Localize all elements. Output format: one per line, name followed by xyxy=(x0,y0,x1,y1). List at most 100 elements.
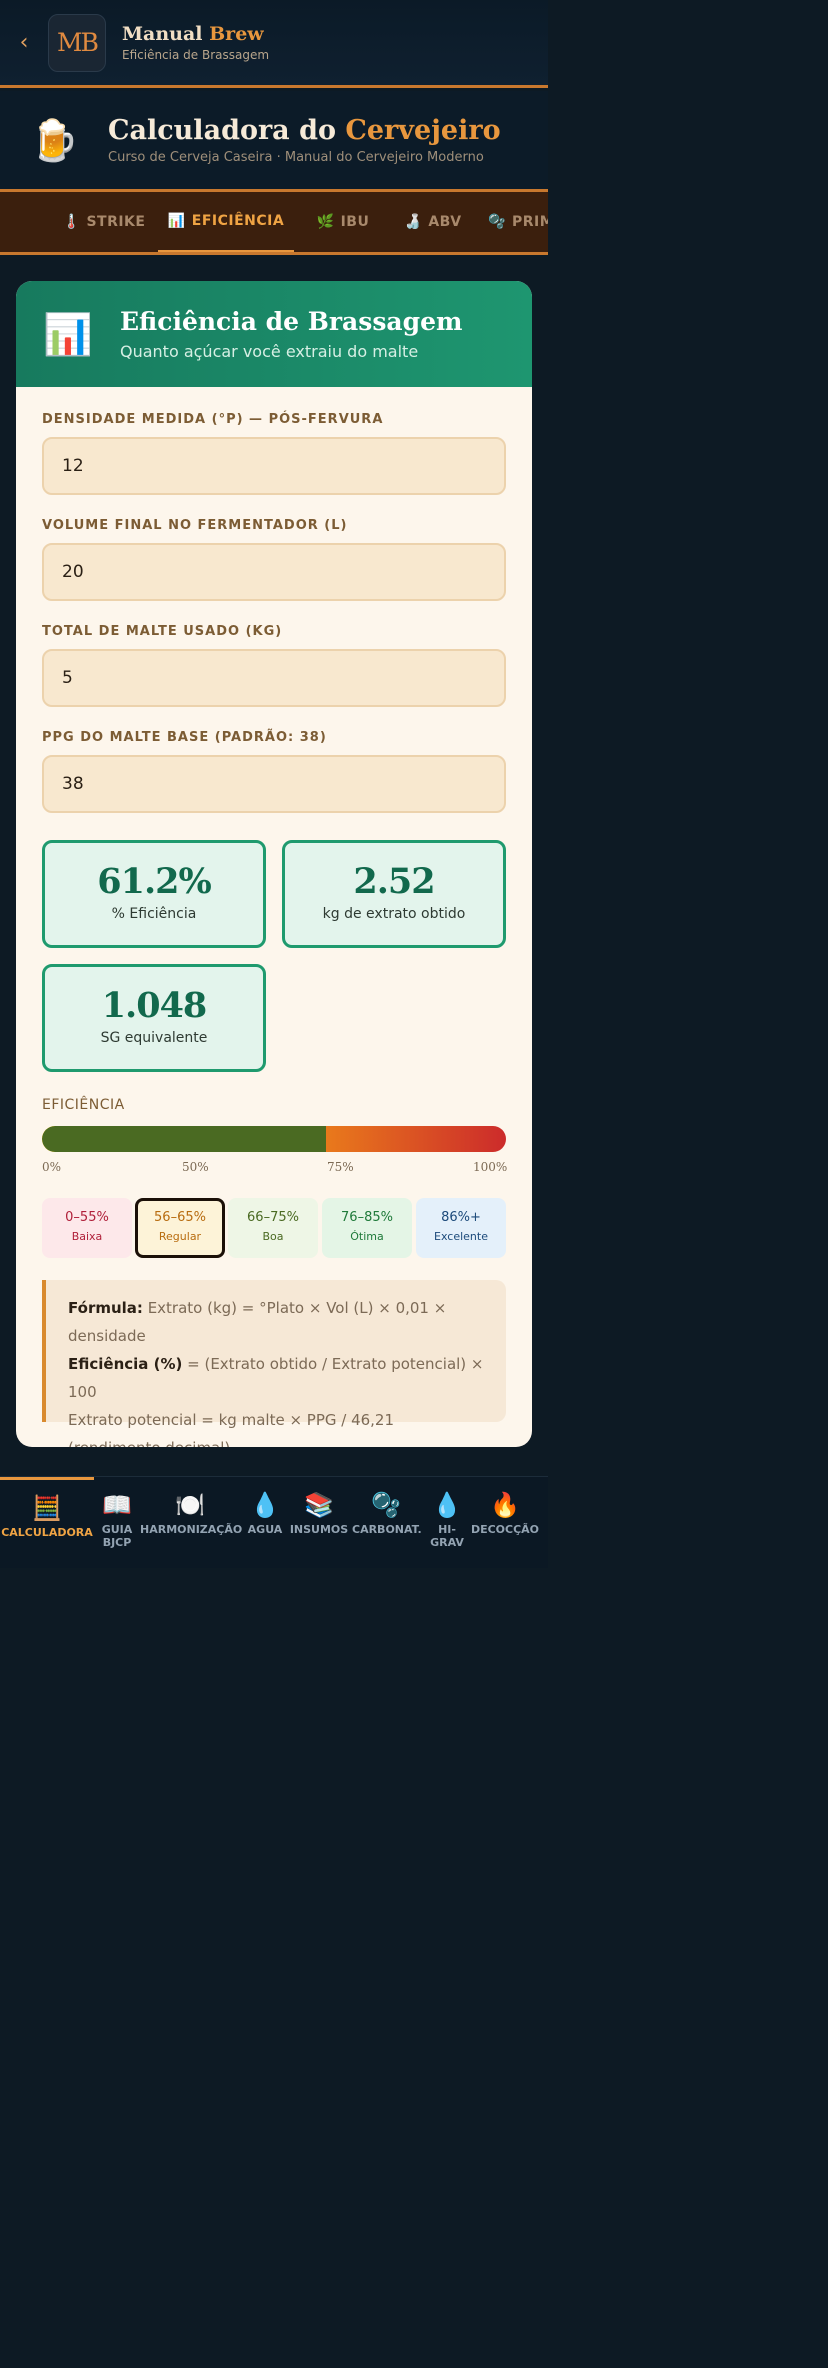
brand-title: Manual Brew xyxy=(122,23,269,45)
range-label: Ótima xyxy=(350,1230,384,1243)
page-subtitle: Curso de Cerveja Caseira · Manual do Cer… xyxy=(108,150,484,165)
tab-prim[interactable]: 🫧 PRIM xyxy=(488,192,548,252)
tab-label: IBU xyxy=(340,214,370,230)
tab-strike[interactable]: 🌡️ STRIKE xyxy=(50,192,158,252)
result-label: % Eficiência xyxy=(111,906,197,922)
card-title: Eficiência de Brassagem xyxy=(120,307,463,336)
title-part1: Calculadora do xyxy=(108,115,336,146)
range-value: 76–85% xyxy=(341,1210,393,1225)
brand-name-part2: Brew xyxy=(209,23,264,45)
app-bar: ‹ MB Manual Brew Eficiência de Brassagem xyxy=(0,0,548,88)
nav-label: AGUA xyxy=(247,1523,283,1536)
beer-mug-icon: 🍺 xyxy=(29,117,79,164)
range-boa: 66–75% Boa xyxy=(228,1198,318,1258)
tab-label: ABV xyxy=(428,214,462,230)
nav-harmonizacao[interactable]: 🍽️ HARMONIZAÇÃO xyxy=(140,1477,243,1569)
fire-icon: 🔥 xyxy=(490,1491,520,1519)
efficiency-card: 📊 Eficiência de Brassagem Quanto açúcar … xyxy=(16,281,532,1447)
result-value: 2.52 xyxy=(353,861,435,902)
nav-label: INSUMOS xyxy=(289,1523,349,1536)
result-value: 1.048 xyxy=(101,985,208,1026)
book-icon: 📖 xyxy=(102,1491,132,1519)
tab-label: PRIM xyxy=(511,214,548,230)
bubbles-icon: 🫧 xyxy=(488,214,506,230)
efficiency-bar-title: EFICIÊNCIA xyxy=(42,1097,125,1113)
title-part2: Cervejeiro xyxy=(345,115,501,146)
nav-label: HI-GRAV xyxy=(430,1523,464,1549)
tab-label: EFICIÊNCIA xyxy=(191,213,285,229)
formula-line-3: Extrato potencial = kg malte × PPG / 46,… xyxy=(68,1411,395,1447)
bar-chart-icon: 📊 xyxy=(167,213,186,229)
malt-total-input[interactable] xyxy=(42,649,506,707)
plate-icon: 🍽️ xyxy=(175,1491,205,1519)
brand-block: Manual Brew Eficiência de Brassagem xyxy=(122,23,269,62)
abacus-icon: 🧮 xyxy=(32,1494,62,1522)
chevron-left-icon[interactable]: ‹ xyxy=(0,30,48,55)
tab-ibu[interactable]: 🌿 IBU xyxy=(306,192,380,252)
water-drop-icon: 💧 xyxy=(250,1491,280,1519)
range-value: 56–65% xyxy=(154,1210,206,1225)
range-value: 86%+ xyxy=(441,1210,481,1225)
range-excelente: 86%+ Excelente xyxy=(416,1198,506,1258)
books-stack-icon: 📚 xyxy=(304,1491,334,1519)
nav-agua[interactable]: 💧 AGUA xyxy=(242,1477,288,1569)
range-label: Boa xyxy=(262,1230,284,1243)
range-otima: 76–85% Ótima xyxy=(322,1198,412,1258)
nav-label: DECOCÇÃO xyxy=(470,1523,540,1536)
ppg-label: PPG DO MALTE BASE (PADRÃO: 38) xyxy=(42,730,327,745)
nav-carbonat[interactable]: 🫧 CARBONAT. xyxy=(352,1477,422,1569)
result-label: SG equivalente xyxy=(100,1030,208,1046)
range-value: 0–55% xyxy=(65,1210,109,1225)
brand-subtitle: Eficiência de Brassagem xyxy=(122,48,270,62)
tick-100: 100% xyxy=(473,1160,508,1174)
efficiency-bar-fill xyxy=(42,1126,326,1152)
nav-label: GUIA BJCP xyxy=(101,1523,133,1549)
bottom-nav: 🧮 CALCULADORA 📖 GUIA BJCP 🍽️ HARMONIZAÇÃO 💧… xyxy=(0,1476,548,1568)
hop-leaf-icon: 🌿 xyxy=(316,214,335,230)
nav-hi-grav[interactable]: 💧 HI-GRAV xyxy=(424,1477,470,1569)
range-label: Excelente xyxy=(434,1230,488,1243)
thermometer-icon: 🌡️ xyxy=(62,214,81,230)
result-label: kg de extrato obtido xyxy=(322,906,466,922)
volume-label: VOLUME FINAL NO FERMENTADOR (L) xyxy=(42,518,348,533)
water-drop-icon: 💧 xyxy=(432,1491,462,1519)
range-label: Regular xyxy=(158,1230,202,1243)
brand-name-part1: Manual xyxy=(122,23,203,45)
nav-label: CALCULADORA xyxy=(1,1526,93,1539)
nav-insumos[interactable]: 📚 INSUMOS xyxy=(288,1477,350,1569)
range-value: 66–75% xyxy=(247,1210,299,1225)
bubbles-icon: 🫧 xyxy=(371,1491,401,1519)
card-header: 📊 Eficiência de Brassagem Quanto açúcar … xyxy=(16,281,532,387)
result-extract: 2.52 kg de extrato obtido xyxy=(282,840,506,948)
result-value: 61.2% xyxy=(97,861,212,902)
nav-label: HARMONIZAÇÃO xyxy=(140,1523,243,1536)
brand-logo: MB xyxy=(48,13,106,72)
formula-label: Fórmula: xyxy=(68,1299,143,1317)
nav-calculadora[interactable]: 🧮 CALCULADORA xyxy=(0,1477,94,1569)
efficiency-formula-label: Eficiência (%) xyxy=(68,1355,183,1373)
formula-line-2: Eficiência (%) = (Extrato obtido / Extra… xyxy=(68,1350,490,1406)
bar-chart-icon: 📊 xyxy=(43,311,93,358)
tick-0: 0% xyxy=(42,1160,62,1174)
formula-line-1: Fórmula: Extrato (kg) = °Plato × Vol (L)… xyxy=(68,1294,490,1350)
result-sg: 1.048 SG equivalente xyxy=(42,964,266,1072)
density-label: DENSIDADE MEDIDA (°P) — PÓS-FERVURA xyxy=(42,412,384,427)
hero-header: 🍺 Calculadora do Cervejeiro Curso de Cer… xyxy=(0,91,548,189)
card-subtitle: Quanto açúcar você extraiu do malte xyxy=(120,342,419,361)
tick-75: 75% xyxy=(327,1160,354,1174)
efficiency-bar xyxy=(42,1126,506,1152)
malt-total-label: TOTAL DE MALTE USADO (KG) xyxy=(42,624,283,639)
tab-bar: 🌡️ STRIKE 📊 EFICIÊNCIA 🌿 IBU 🍶 ABV 🫧 PRIM xyxy=(0,189,548,255)
nav-guia-bjcp[interactable]: 📖 GUIA BJCP xyxy=(94,1477,140,1569)
ppg-input[interactable] xyxy=(42,755,506,813)
tab-label: STRIKE xyxy=(86,214,146,230)
nav-decoccao[interactable]: 🔥 DECOCÇÃO xyxy=(470,1477,540,1569)
range-regular: 56–65% Regular xyxy=(135,1198,225,1258)
volume-input[interactable] xyxy=(42,543,506,601)
tab-abv[interactable]: 🍶 ABV xyxy=(396,192,470,252)
formula-box: Fórmula: Extrato (kg) = °Plato × Vol (L)… xyxy=(42,1280,506,1447)
tab-eficiencia[interactable]: 📊 EFICIÊNCIA xyxy=(158,192,294,252)
tick-50: 50% xyxy=(182,1160,209,1174)
density-input[interactable] xyxy=(42,437,506,495)
range-label: Baixa xyxy=(71,1230,103,1243)
